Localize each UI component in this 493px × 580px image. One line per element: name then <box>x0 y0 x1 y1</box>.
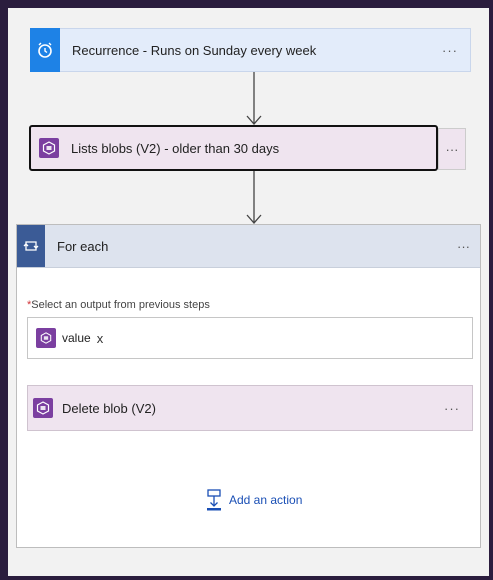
delete-blob-action-card[interactable]: Delete blob (V2) ··· <box>27 385 473 431</box>
for-each-more-button[interactable]: ··· <box>457 239 470 254</box>
loop-icon <box>17 225 45 267</box>
list-blobs-more-button[interactable]: ··· <box>438 128 466 170</box>
blob-storage-icon <box>39 138 59 158</box>
for-each-title: For each <box>57 238 109 254</box>
flow-arrow-icon <box>246 72 262 125</box>
flow-arrow-icon <box>246 171 262 224</box>
delete-blob-more-button[interactable]: ··· <box>444 401 460 416</box>
list-blobs-label: Lists blobs (V2) - older than 30 days <box>71 140 280 156</box>
delete-blob-label: Delete blob (V2) <box>62 400 156 416</box>
value-token-label: value <box>62 331 91 345</box>
add-action-icon <box>207 489 221 511</box>
recurrence-label: Recurrence - Runs on Sunday every week <box>72 42 317 58</box>
remove-token-button[interactable]: x <box>97 331 104 346</box>
select-output-text: Select an output from previous steps <box>31 299 210 311</box>
recurrence-trigger-card[interactable]: Recurrence - Runs on Sunday every week ·… <box>30 28 471 72</box>
add-action-button[interactable]: Add an action <box>205 489 302 511</box>
recurrence-more-button[interactable]: ··· <box>442 43 458 58</box>
select-output-input[interactable]: value x <box>27 317 473 359</box>
alarm-clock-icon <box>30 28 60 72</box>
value-token[interactable]: value x <box>36 325 103 351</box>
for-each-container: For each ··· *Select an output from prev… <box>16 224 481 548</box>
add-action-label: Add an action <box>229 493 303 507</box>
list-blobs-action-card[interactable]: Lists blobs (V2) - older than 30 days <box>29 125 438 171</box>
for-each-header[interactable]: For each ··· <box>17 225 480 268</box>
blob-storage-icon-wrap <box>28 386 58 430</box>
blob-storage-icon <box>33 398 53 418</box>
blob-storage-icon <box>36 328 56 348</box>
select-output-label: *Select an output from previous steps <box>27 299 210 311</box>
